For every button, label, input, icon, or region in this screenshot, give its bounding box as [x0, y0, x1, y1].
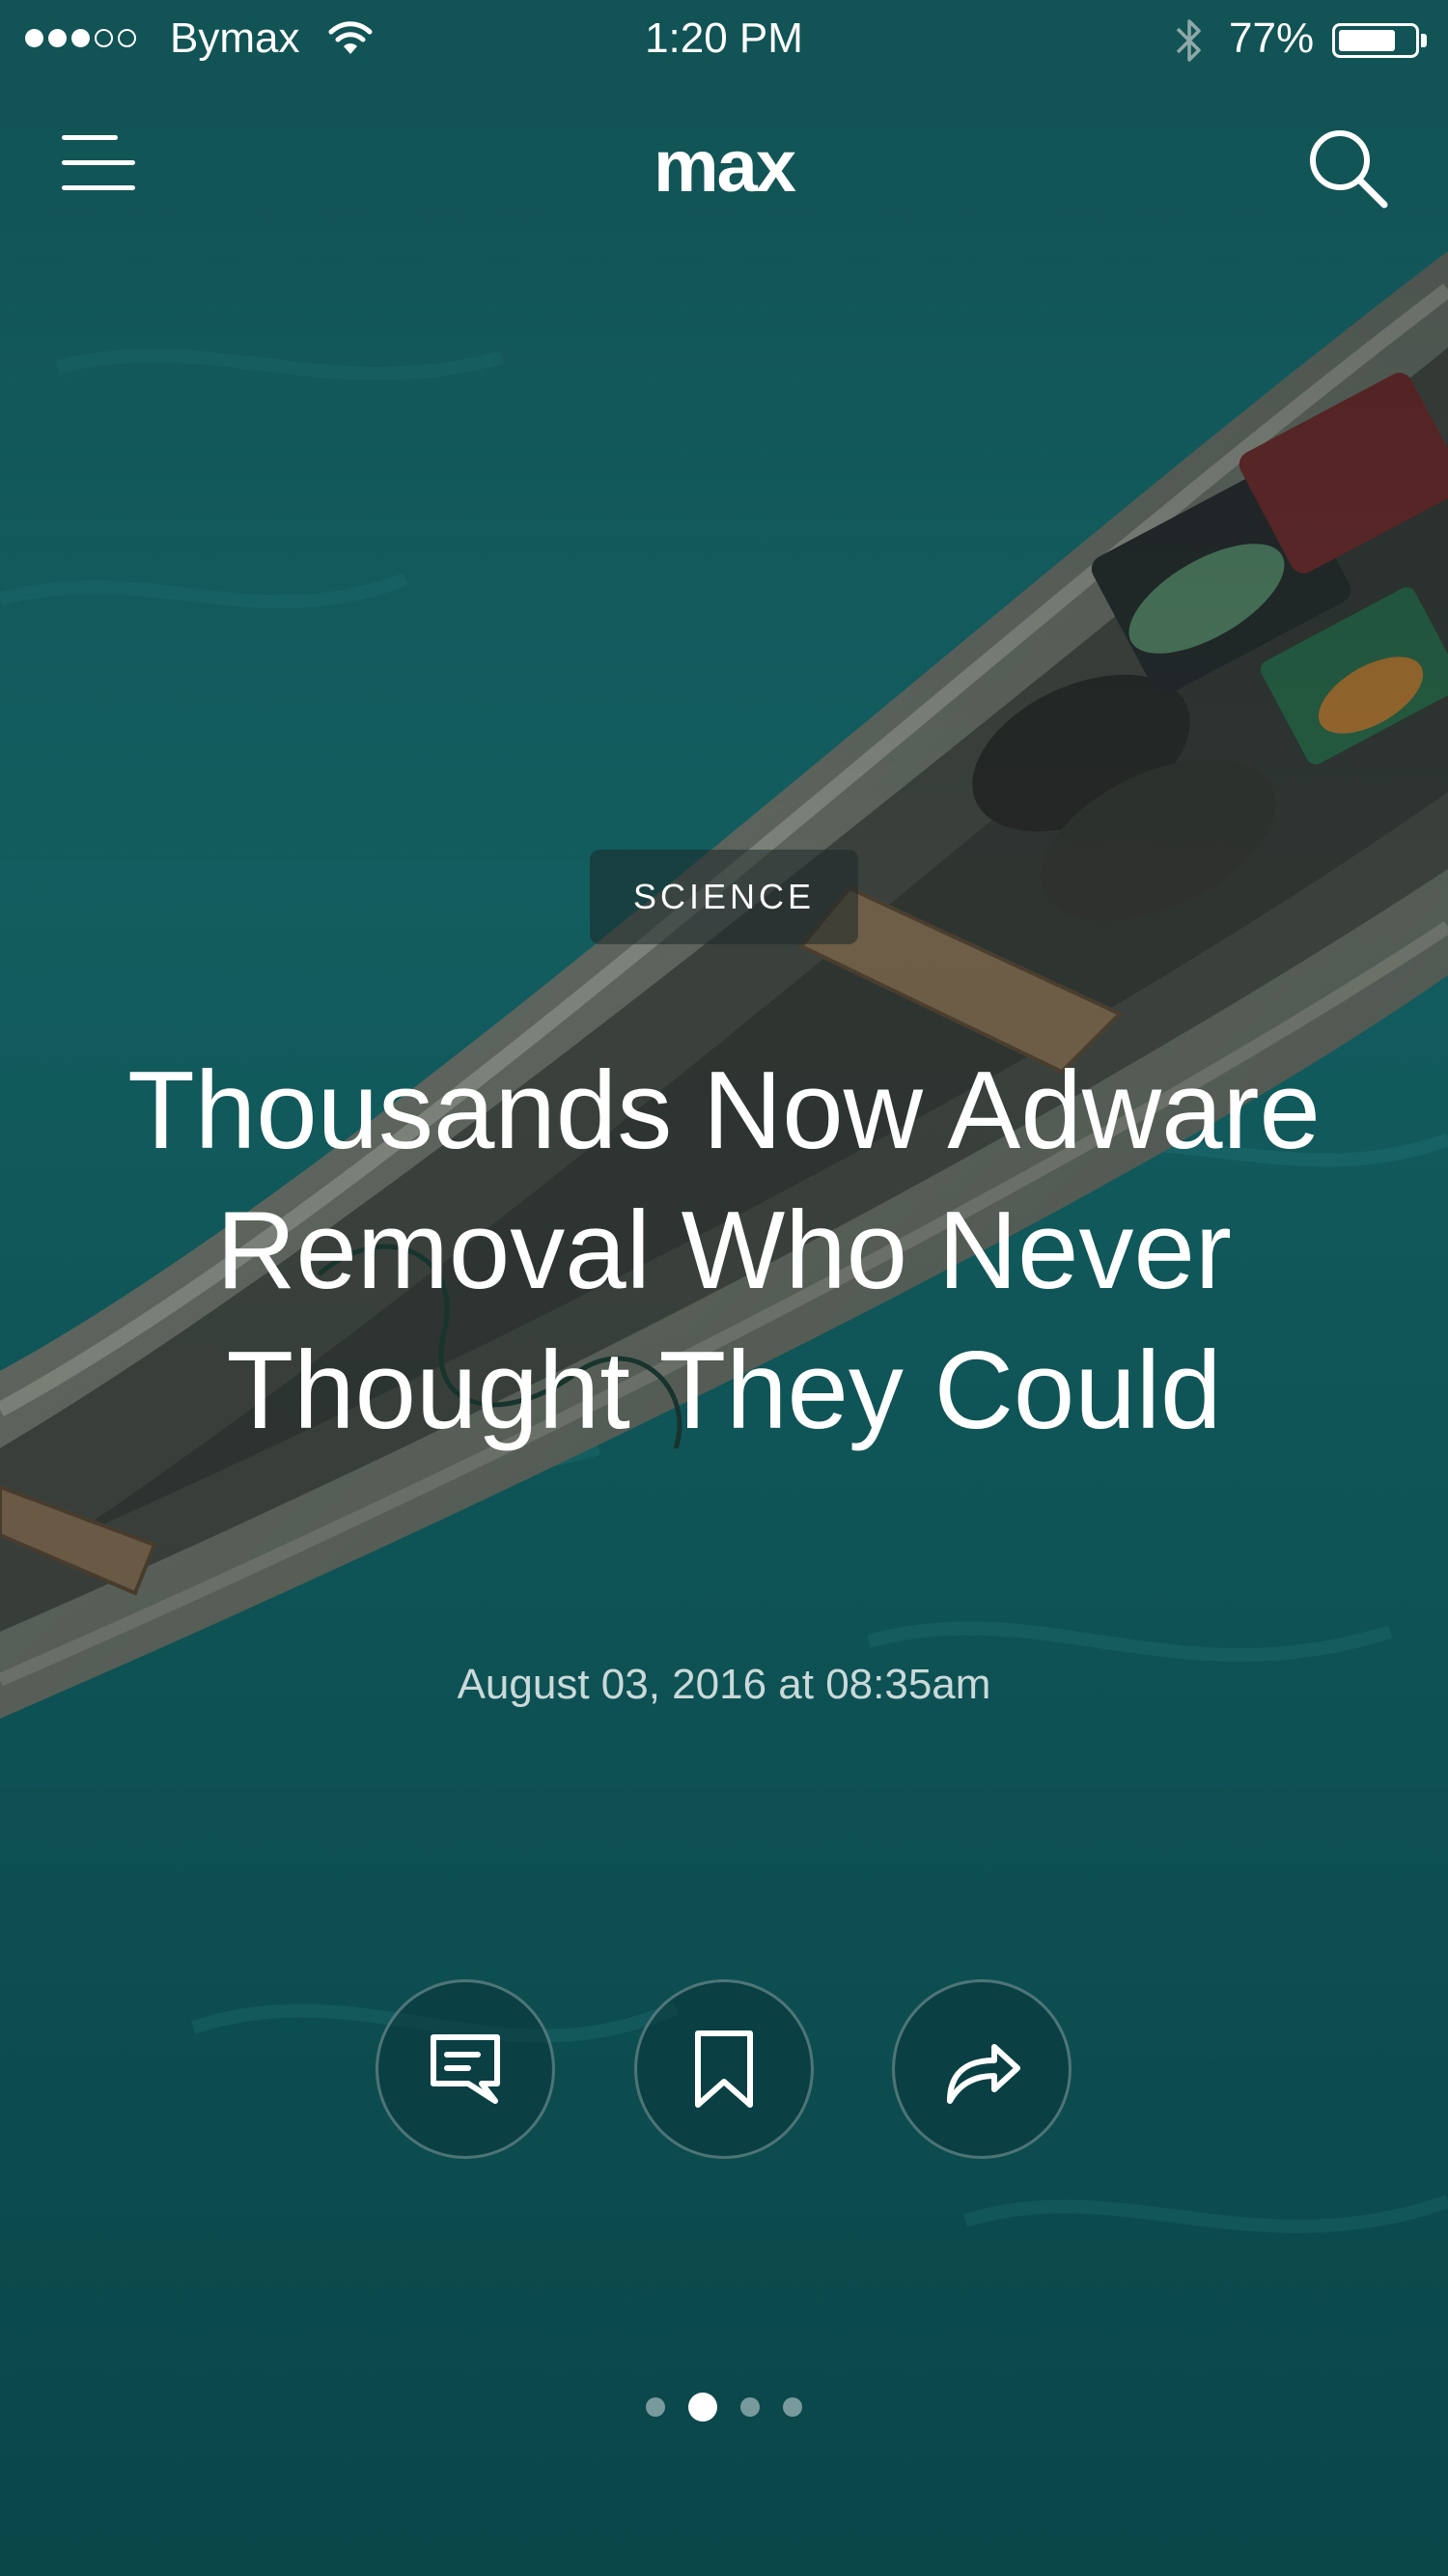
status-bar: Bymax 1:20 PM 77%	[0, 0, 1448, 77]
battery-percentage: 77%	[1229, 14, 1315, 62]
bookmark-icon	[695, 2030, 753, 2108]
bookmark-button[interactable]	[634, 1979, 814, 2159]
battery-icon	[1332, 23, 1419, 58]
battery-tip	[1421, 34, 1427, 47]
comment-icon	[431, 2034, 500, 2104]
page-dot[interactable]	[740, 2397, 760, 2417]
app-logo: max	[653, 126, 796, 208]
article-headline[interactable]: Thousands Now Adware Removal Who Never T…	[97, 1041, 1351, 1461]
page-dot[interactable]	[783, 2397, 802, 2417]
search-button[interactable]	[1305, 126, 1392, 212]
search-icon	[1310, 130, 1388, 209]
page-dot[interactable]	[646, 2397, 665, 2417]
bluetooth-icon	[1176, 19, 1201, 62]
battery-level	[1339, 30, 1396, 51]
share-icon	[947, 2044, 1020, 2104]
category-badge[interactable]: SCIENCE	[590, 850, 858, 944]
comment-button[interactable]	[376, 1979, 555, 2159]
share-button[interactable]	[892, 1979, 1072, 2159]
page-indicator	[0, 2393, 1448, 2422]
article-screen: Bymax 1:20 PM 77% max SCIENCE Thousands …	[0, 0, 1448, 2576]
article-date: August 03, 2016 at 08:35am	[457, 1661, 991, 1708]
page-dot-active[interactable]	[688, 2393, 717, 2422]
